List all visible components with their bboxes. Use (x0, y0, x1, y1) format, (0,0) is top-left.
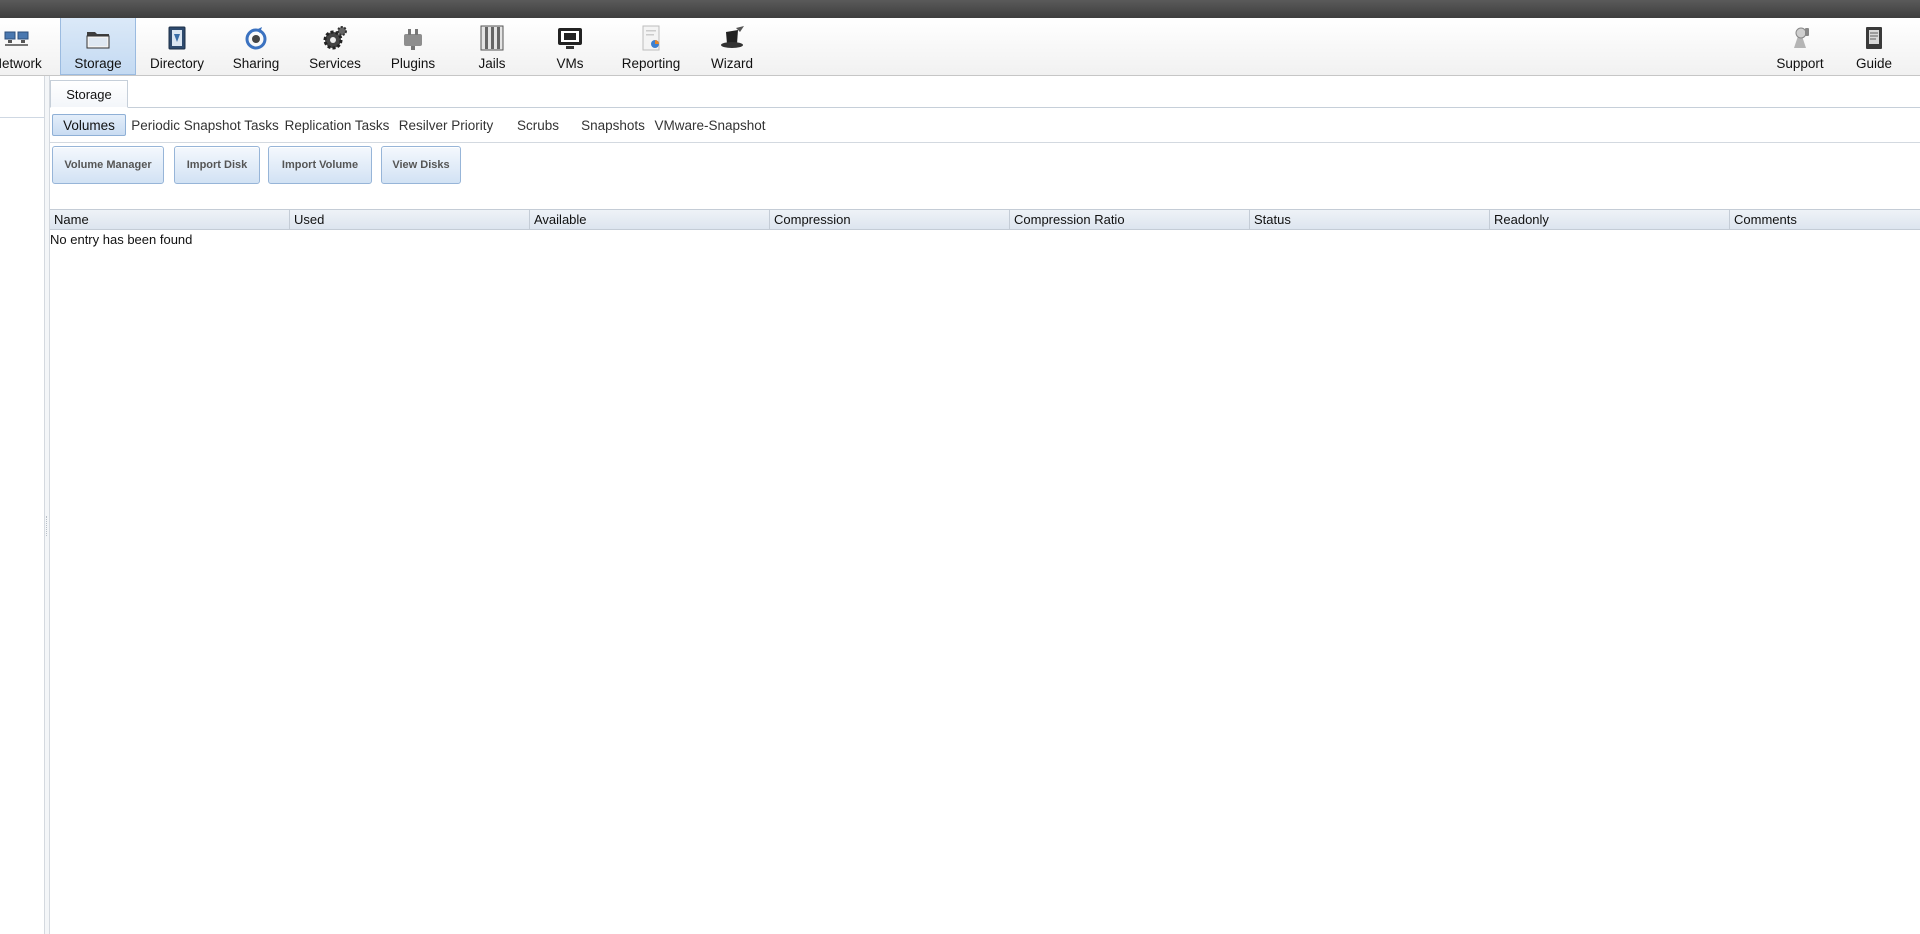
reporting-icon (642, 25, 660, 51)
subtab-vmware-snapshot[interactable]: VMware-Snapshot (653, 114, 767, 136)
nav-reporting[interactable]: Reporting (614, 18, 688, 75)
nav-guide[interactable]: Guide (1844, 18, 1904, 75)
vms-icon (558, 28, 582, 49)
nav-network-label: Network (0, 56, 42, 71)
outer-tab-divider (50, 107, 1920, 108)
splitter-grip[interactable] (46, 516, 49, 536)
nav-sharing[interactable]: Sharing (224, 18, 288, 75)
subtab-scrubs[interactable]: Scrubs (513, 114, 563, 136)
nav-guide-label: Guide (1855, 56, 1893, 71)
window-top-bar (0, 0, 1920, 18)
left-pane-divider (0, 117, 44, 118)
nav-wizard-label: Wizard (710, 56, 753, 71)
import-volume-button[interactable]: Import Volume (268, 146, 372, 184)
nav-sharing-label: Sharing (232, 56, 280, 71)
main-content: Storage Volumes Periodic Snapshot Tasks … (50, 76, 1920, 934)
sharing-icon (245, 27, 267, 50)
column-header-compression[interactable]: Compression (770, 210, 1010, 229)
subtab-replication-tasks[interactable]: Replication Tasks (285, 114, 390, 136)
storage-subtabs: Volumes Periodic Snapshot Tasks Replicat… (50, 111, 1920, 137)
import-disk-button[interactable]: Import Disk (174, 146, 260, 184)
plugins-icon (404, 29, 422, 50)
column-header-available[interactable]: Available (530, 210, 770, 229)
subtab-volumes[interactable]: Volumes (52, 114, 126, 136)
volume-manager-button[interactable]: Volume Manager (52, 146, 164, 184)
column-header-used[interactable]: Used (290, 210, 530, 229)
volumes-grid: Name Used Available Compression Compress… (50, 209, 1920, 247)
grid-empty-message: No entry has been found (50, 232, 193, 247)
nav-wizard[interactable]: Wizard (700, 18, 764, 75)
nav-services-label: Services (309, 56, 361, 71)
support-icon (1794, 27, 1809, 48)
nav-plugins[interactable]: Plugins (382, 18, 444, 75)
nav-support[interactable]: Support (1766, 18, 1834, 75)
jails-icon (480, 25, 504, 51)
tab-storage[interactable]: Storage (50, 80, 128, 108)
column-header-comments[interactable]: Comments (1730, 210, 1920, 229)
subtab-periodic-snapshot-tasks[interactable]: Periodic Snapshot Tasks (130, 114, 280, 136)
subtab-resilver-priority[interactable]: Resilver Priority (396, 114, 496, 136)
services-icon (323, 26, 347, 50)
nav-vms-label: VMs (556, 56, 584, 71)
nav-plugins-label: Plugins (390, 56, 436, 71)
nav-jails-label: Jails (478, 56, 506, 71)
directory-icon (168, 26, 186, 50)
nav-jails[interactable]: Jails (462, 18, 522, 75)
nav-reporting-label: Reporting (621, 56, 681, 71)
nav-directory-label: Directory (149, 56, 204, 71)
column-header-name[interactable]: Name (50, 210, 290, 229)
nav-storage[interactable]: Storage (60, 18, 136, 75)
nav-storage-label: Storage (74, 56, 122, 71)
guide-icon (1866, 27, 1882, 49)
nav-network[interactable]: Network (0, 18, 48, 75)
storage-icon (86, 32, 110, 49)
left-tree-pane (0, 76, 44, 934)
grid-header: Name Used Available Compression Compress… (50, 209, 1920, 230)
column-header-readonly[interactable]: Readonly (1490, 210, 1730, 229)
nav-directory[interactable]: Directory (142, 18, 212, 75)
subtab-snapshots[interactable]: Snapshots (578, 114, 648, 136)
view-disks-button[interactable]: View Disks (381, 146, 461, 184)
column-header-compression-ratio[interactable]: Compression Ratio (1010, 210, 1250, 229)
subtab-divider (50, 142, 1920, 143)
nav-support-label: Support (1776, 56, 1824, 71)
network-icon (4, 31, 29, 46)
column-header-status[interactable]: Status (1250, 210, 1490, 229)
wizard-icon (721, 26, 744, 48)
nav-services[interactable]: Services (302, 18, 368, 75)
nav-vms[interactable]: VMs (542, 18, 598, 75)
main-toolbar: Network Storage Directory Sharing (0, 18, 1920, 76)
